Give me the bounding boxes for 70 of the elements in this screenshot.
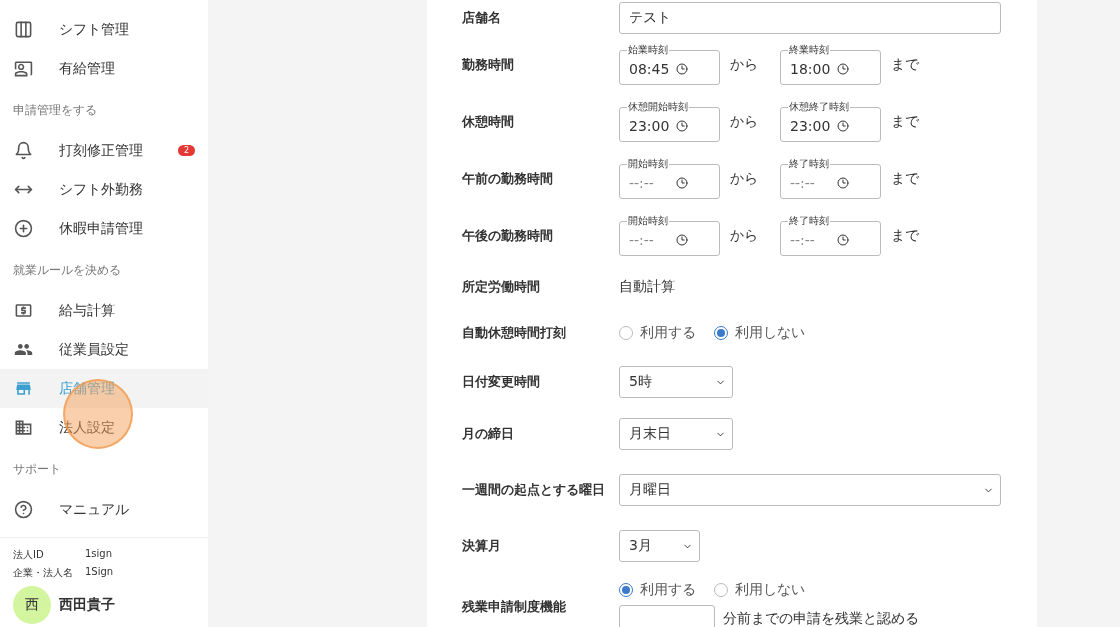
row-label: 一週間の起点とする曜日 [462,481,606,500]
section-heading: 就業ルールを決める [12,262,122,279]
clock-icon [837,176,849,189]
row-label: 店舗名 [462,9,502,28]
radio-label: 利用する [640,581,696,599]
clock-icon [676,119,688,132]
sidebar-item[interactable]: 有給管理 [0,49,208,88]
row-label: 午前の勤務時間 [462,169,554,188]
row-label: 午後の勤務時間 [462,226,554,245]
sidebar-item[interactable]: マニュアル [0,490,208,529]
select-dropdown[interactable]: 3月 [619,530,700,562]
suffix-text: 分前までの申請を残業と認める [723,610,919,627]
info-value: 1Sign [85,566,114,579]
info-value: 1sign [85,548,113,561]
clock-icon [676,62,688,75]
building-icon [13,418,33,437]
sidebar-item[interactable]: シフト外勤務 [0,170,208,209]
range-word: まで [891,169,919,188]
clock-icon [837,119,849,132]
range-word: から [730,112,758,131]
select-dropdown[interactable]: 月曜日 [619,474,1001,506]
radio-label: 利用しない [735,581,805,599]
range-word: から [730,226,758,245]
row-label: 決算月 [462,537,502,556]
row-label: 残業申請制度機能 [462,598,567,617]
sidebar-item[interactable]: 従業員設定 [0,330,208,369]
row-label: 所定労働時間 [462,278,541,297]
range-word: から [730,169,758,188]
store-icon [13,379,33,398]
radio-label: 利用する [640,324,696,342]
user-avatar: 西 [13,586,51,624]
section-heading: サポート [12,461,62,478]
sidebar-item[interactable]: 打刻修正管理 2 [0,131,208,170]
static-value: 自動計算 [619,278,675,296]
radio-option[interactable]: 利用しない [714,324,805,342]
user-name: 西田貴子 [59,596,115,614]
row-label: 日付変更時間 [462,373,541,392]
help-icon [13,500,33,519]
section-heading: 申請管理をする [12,102,98,119]
info-label: 法人ID [13,548,45,562]
sidebar-item[interactable]: シフト管理 [0,10,208,49]
clock-icon [837,233,849,246]
columns-icon [13,20,33,39]
row-label: 月の締日 [462,425,515,444]
row-label: 休憩時間 [462,112,515,131]
text-field[interactable]: テスト [619,2,1001,34]
clock-icon [676,233,688,246]
row-label: 自動休憩時間打刻 [462,324,567,343]
radio-label: 利用しない [735,324,805,342]
radio-option[interactable]: 利用する [619,581,696,599]
row-label: 勤務時間 [462,55,515,74]
select-dropdown[interactable]: 5時 [619,366,733,398]
range-word: まで [891,55,919,74]
clock-icon [676,176,688,189]
range-word: から [730,55,758,74]
radio-option[interactable]: 利用しない [714,581,805,599]
banknote-icon [13,301,33,320]
sidebar-item[interactable]: 休暇申請管理 [0,209,208,248]
person-icon [13,59,33,78]
range-word: まで [891,112,919,131]
select-dropdown[interactable]: 月末日 [619,418,733,450]
plus-circle-icon [13,219,33,238]
info-label: 企業・法人名 [13,566,74,580]
range-word: まで [891,226,919,245]
sidebar-item[interactable]: 給与計算 [0,291,208,330]
number-field[interactable] [619,605,715,627]
clock-icon [837,62,849,75]
radio-option[interactable]: 利用する [619,324,696,342]
count-badge: 2 [177,145,195,156]
bell-icon [13,141,33,160]
